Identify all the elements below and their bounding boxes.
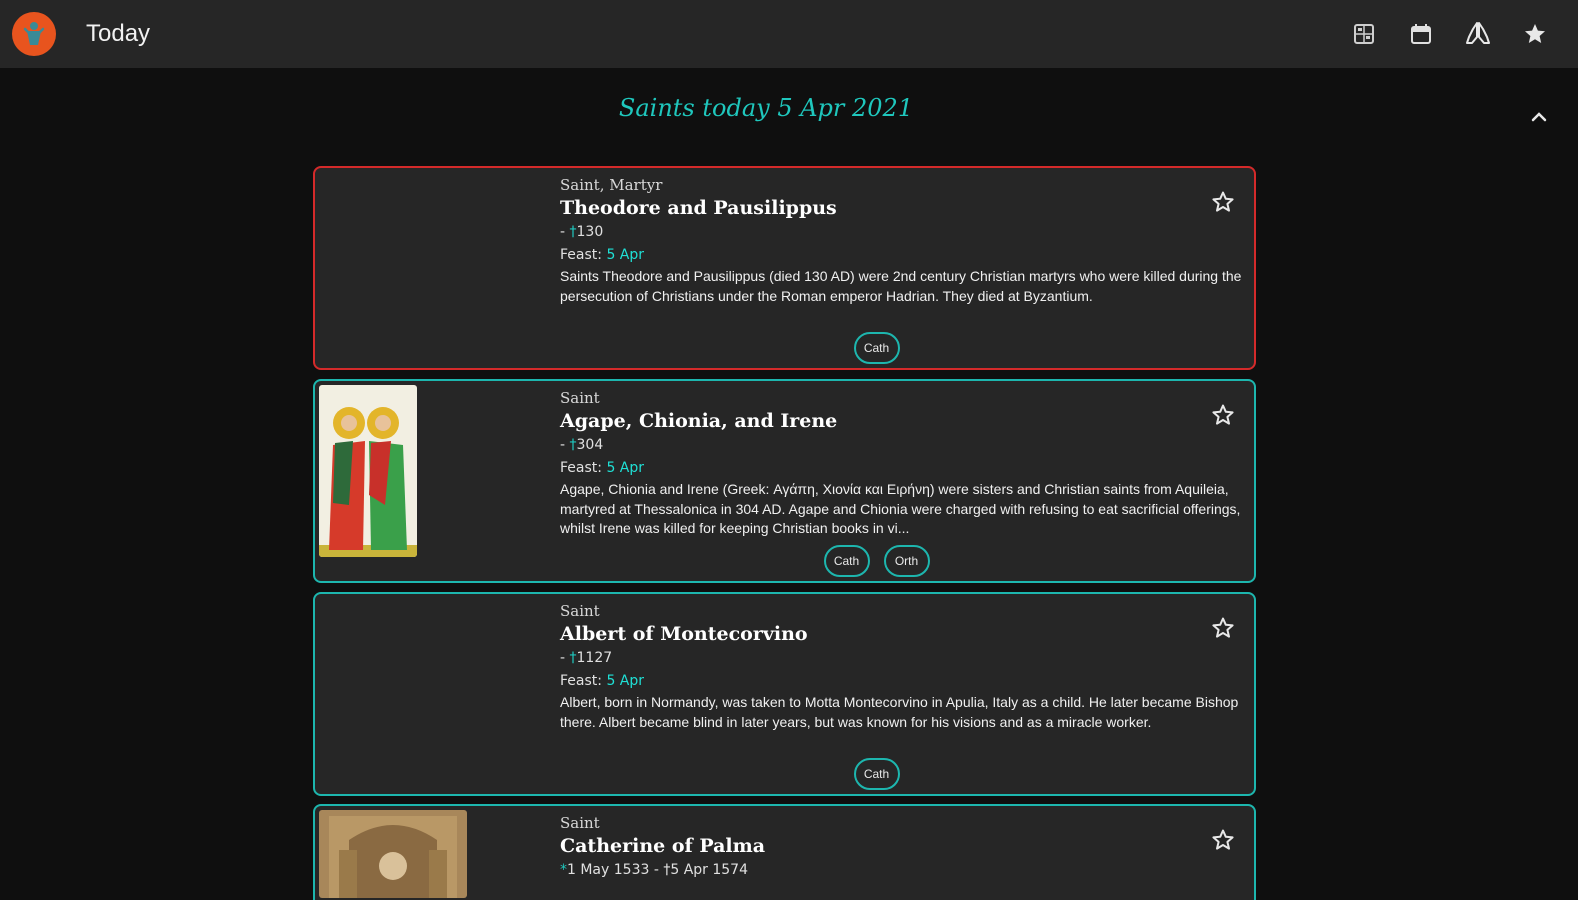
collapse-chevron-icon[interactable] [1524,102,1554,132]
calendar-grid-icon[interactable] [1348,18,1380,50]
tag-chip[interactable]: Cath [823,545,870,577]
saint-category: Saint [560,389,600,407]
favorite-star-icon[interactable] [1209,614,1237,642]
saint-description: Saints Theodore and Pausilippus (died 13… [560,268,1242,304]
tag-chip[interactable]: Cath [853,332,900,364]
saint-card-text: Saint, Martyr Theodore and Pausilippus -… [560,176,1250,306]
favorite-star-icon[interactable] [1209,826,1237,854]
tag-chip[interactable]: Orth [883,545,930,577]
saint-description: Albert, born in Normandy, was taken to M… [560,694,1239,730]
saint-card[interactable]: Saint Albert of Montecorvino - †1127 Fea… [313,592,1256,796]
feast-line: Feast: 5 Apr [560,460,645,476]
saint-category: Saint, Martyr [560,176,663,194]
app-logo[interactable] [12,12,56,56]
saint-dates: - †1127 [560,650,613,666]
tradition-tags: Cath [315,758,1254,790]
saint-card[interactable]: Saint, Martyr Theodore and Pausilippus -… [313,166,1256,370]
saint-dates: *1 May 1533 - †5 Apr 1574 [560,862,748,878]
saint-dates: - †304 [560,437,604,453]
app-bar: Today [0,0,1578,68]
saint-card[interactable]: Saint Agape, Chionia, and Irene - †304 F… [313,379,1256,583]
feast-line: Feast: 5 Apr [560,247,645,263]
feast-line: Feast: 5 Apr [560,673,645,689]
saint-name: Albert of Montecorvino [560,623,808,645]
favorite-star-icon[interactable] [1209,401,1237,429]
saint-card-text: Saint Albert of Montecorvino - †1127 Fea… [560,602,1250,732]
saint-name: Catherine of Palma [560,835,766,857]
saint-category: Saint [560,814,600,832]
saint-description: Agape, Chionia and Irene (Greek: Αγάπη, … [560,481,1241,536]
saint-icon-image [319,385,417,557]
page-title: Saints today 5 Apr 2021 [618,94,914,122]
tradition-tags: Cath Orth [315,545,1254,577]
star-icon[interactable] [1519,18,1551,50]
saint-painting-image [319,810,467,898]
favorite-star-icon[interactable] [1209,188,1237,216]
saint-card[interactable]: Saint Catherine of Palma *1 May 1533 - †… [313,804,1256,900]
tradition-tags: Cath [315,332,1254,364]
saint-figure-icon [23,22,45,45]
praying-hands-icon[interactable] [1462,18,1494,50]
saint-card-text: Saint Catherine of Palma *1 May 1533 - †… [560,814,1250,881]
calendar-icon[interactable] [1405,18,1437,50]
saint-card-text: Saint Agape, Chionia, and Irene - †304 F… [560,389,1250,539]
saint-dates: - †130 [560,224,604,240]
saint-name: Agape, Chionia, and Irene [560,410,838,432]
saint-name: Theodore and Pausilippus [560,197,837,219]
tag-chip[interactable]: Cath [853,758,900,790]
saint-category: Saint [560,602,600,620]
app-title: Today [86,20,151,47]
